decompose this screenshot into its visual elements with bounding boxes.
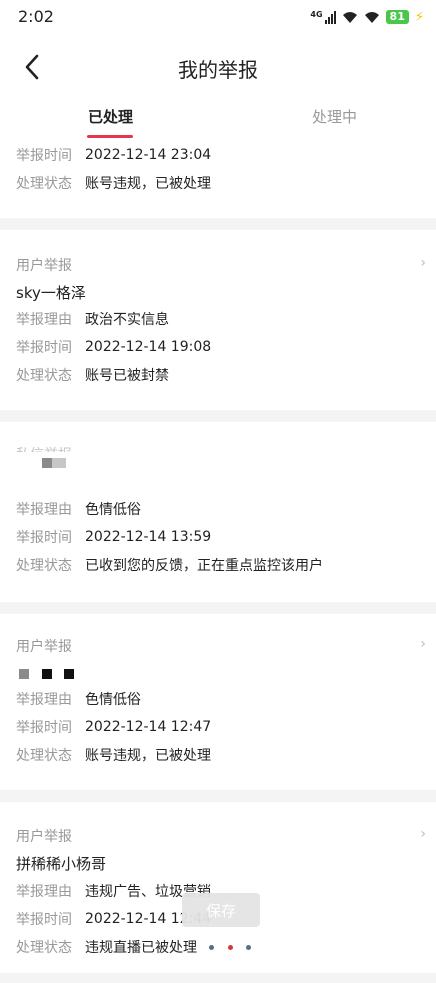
wifi-icon <box>364 11 379 23</box>
report-status-row: 处理状态 账号违规，已被处理 <box>16 172 211 194</box>
status-icons: 4G 81 ⚡ <box>310 8 424 26</box>
redacted-pixel <box>64 669 74 679</box>
field-label: 处理状态 <box>16 368 72 384</box>
tab-bar: 已处理 处理中 <box>0 98 436 140</box>
report-reason: 色情低俗 <box>85 502 141 518</box>
network-label: 4G <box>310 9 323 19</box>
page-indicator-dot <box>228 945 233 950</box>
divider <box>0 602 436 614</box>
battery-icon: 81 <box>385 10 409 24</box>
field-label: 举报时间 <box>16 912 72 928</box>
chevron-right-icon: › <box>420 255 426 271</box>
report-type: 用户举报 <box>16 258 72 274</box>
status-time: 2:02 <box>18 7 54 26</box>
report-card[interactable]: 用户举报 › sky一格泽 举报理由 政治不实信息 举报时间 2022-12-1… <box>0 230 436 410</box>
report-status-row: 处理状态 违规直播已被处理 <box>16 936 197 958</box>
redacted-pixel <box>42 669 52 679</box>
charging-icon: ⚡ <box>414 9 424 25</box>
field-label: 举报理由 <box>16 692 72 708</box>
redacted-pixel <box>42 458 52 468</box>
report-status-row: 处理状态 账号违规，已被处理 <box>16 744 211 766</box>
wifi-icon <box>342 11 357 23</box>
field-label: 举报理由 <box>16 502 72 518</box>
divider <box>0 790 436 802</box>
redacted-pixel <box>19 669 29 679</box>
report-time: 2022-12-14 12:47 <box>85 719 212 735</box>
report-status-row: 处理状态 已收到您的反馈，正在重点监控该用户 <box>16 554 323 576</box>
report-time: 2022-12-14 19:08 <box>85 339 212 355</box>
field-label: 举报理由 <box>16 312 72 328</box>
report-time-row: 举报时间 2022-12-14 19:08 <box>16 336 211 358</box>
page-indicator-dot <box>246 945 251 950</box>
field-label: 处理状态 <box>16 748 72 764</box>
page-title: 我的举报 <box>178 58 258 82</box>
report-time-row: 举报时间 2022-12-14 23:04 <box>16 144 211 166</box>
field-label: 处理状态 <box>16 940 72 956</box>
report-status: 违规直播已被处理 <box>85 940 197 956</box>
status-bar: 2:02 4G 81 ⚡ <box>0 0 436 34</box>
chevron-right-icon: › <box>420 636 426 652</box>
report-status: 账号违规，已被处理 <box>85 748 211 764</box>
tab-processing[interactable]: 处理中 <box>312 106 357 127</box>
report-status-row: 处理状态 账号已被封禁 <box>16 364 169 386</box>
divider <box>0 218 436 230</box>
report-reason: 色情低俗 <box>85 692 141 708</box>
report-type: 用户举报 <box>16 639 72 655</box>
report-time-row: 举报时间 2022-12-14 13:59 <box>16 526 211 548</box>
field-label: 举报时间 <box>16 148 72 164</box>
report-card[interactable]: 举报时间 2022-12-14 23:04 处理状态 账号违规，已被处理 <box>0 140 436 218</box>
chevron-right-icon: › <box>420 826 426 842</box>
signal-icon <box>324 10 336 24</box>
report-status: 账号违规，已被处理 <box>85 176 211 192</box>
save-button[interactable]: 保存 <box>182 893 260 927</box>
report-reason-row: 举报理由 色情低俗 <box>16 498 141 520</box>
redacted-pixel <box>52 458 66 468</box>
report-time: 2022-12-14 23:04 <box>85 147 212 163</box>
field-label: 举报时间 <box>16 720 72 736</box>
field-label: 举报时间 <box>16 530 72 546</box>
active-tab-indicator <box>87 135 133 138</box>
divider <box>0 973 436 983</box>
field-label: 处理状态 <box>16 558 72 574</box>
report-time: 2022-12-14 13:59 <box>85 529 212 545</box>
report-reason: 政治不实信息 <box>85 312 169 328</box>
report-card[interactable]: 用户举报 › 举报理由 色情低俗 举报时间 2022-12-14 12:47 处… <box>0 614 436 790</box>
report-reason-row: 举报理由 政治不实信息 <box>16 308 169 330</box>
tab-processed[interactable]: 已处理 <box>88 106 133 127</box>
report-reason-row: 举报理由 色情低俗 <box>16 688 141 710</box>
field-label: 举报时间 <box>16 340 72 356</box>
report-type: 用户举报 <box>16 829 72 845</box>
field-label: 处理状态 <box>16 176 72 192</box>
report-card-body: 举报理由 色情低俗 举报时间 2022-12-14 13:59 处理状态 已收到… <box>0 496 436 586</box>
report-status: 账号已被封禁 <box>85 368 169 384</box>
nav-bar: 我的举报 <box>0 34 436 98</box>
report-time-row: 举报时间 2022-12-14 12:47 <box>16 716 211 738</box>
page-indicator-dot <box>209 945 214 950</box>
reported-user: 拼稀稀小杨哥 <box>16 855 107 873</box>
reported-user: sky一格泽 <box>16 284 86 302</box>
divider <box>0 410 436 422</box>
report-status: 已收到您的反馈，正在重点监控该用户 <box>85 558 323 574</box>
field-label: 举报理由 <box>16 884 72 900</box>
